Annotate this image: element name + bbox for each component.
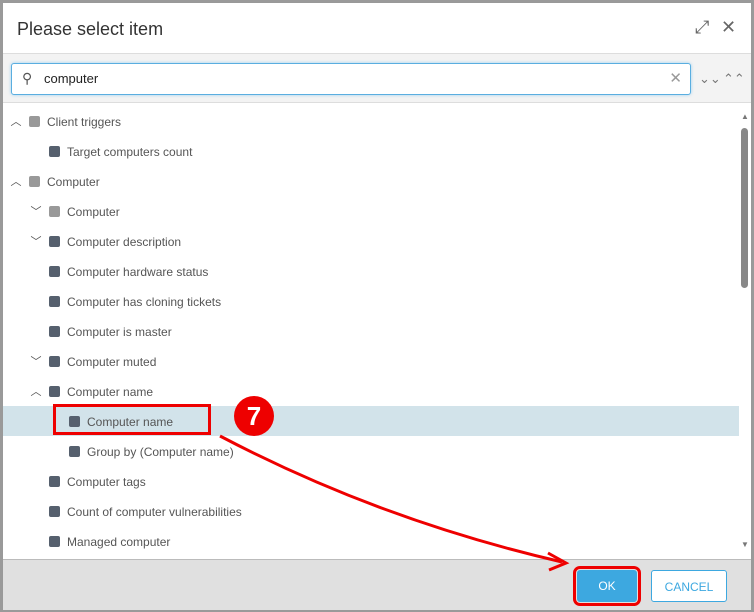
annotation-arrow <box>219 434 570 572</box>
